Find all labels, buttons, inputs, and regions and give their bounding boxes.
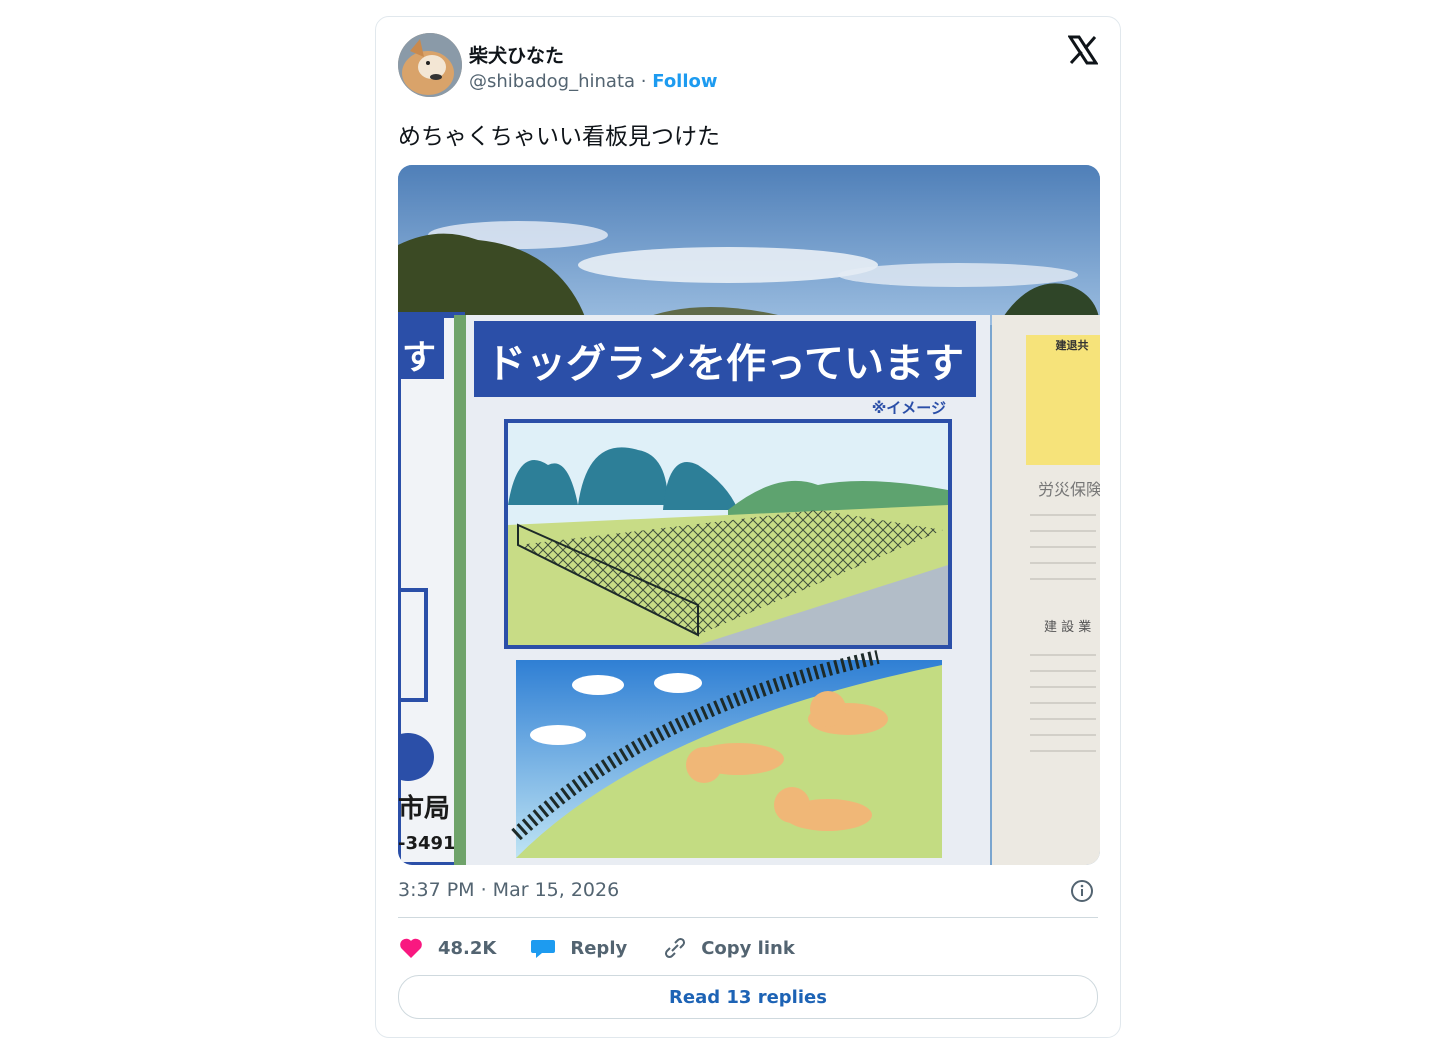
author-handle[interactable]: @shibadog_hinata (469, 71, 635, 92)
reply-button[interactable]: Reply (530, 936, 627, 960)
link-icon (665, 937, 686, 959)
avatar[interactable] (398, 33, 462, 97)
notice-sub: 労災保険 (1038, 480, 1100, 499)
sign-image-note: ※イメージ (872, 399, 946, 417)
tweet-photo[interactable]: す 市局 -3491 ドッグランを作っています ※イメージ 建退共 労災保険 建… (398, 165, 1100, 865)
author-name[interactable]: 柴犬ひなた (469, 41, 564, 68)
copy-link-label: Copy link (701, 937, 795, 959)
left-sign-phone: -3491 (398, 833, 456, 854)
left-sign-office: 市局 (398, 793, 450, 824)
sign-headline: ドッグランを作っています (486, 341, 964, 387)
x-logo-icon[interactable] (1067, 35, 1099, 65)
read-replies-button[interactable]: Read 13 replies (398, 975, 1098, 1019)
speech-bubble-icon (531, 940, 556, 958)
heart-icon (400, 938, 422, 958)
avatar-image (398, 33, 462, 97)
notice-sub2: 建 設 業 (1044, 619, 1091, 635)
tweet-card: 柴犬ひなた @shibadog_hinata · Follow めちゃくちゃいい… (375, 16, 1121, 1038)
author-handle-row: @shibadog_hinata · Follow (469, 71, 718, 92)
divider (398, 917, 1098, 918)
like-count: 48.2K (438, 937, 497, 959)
follow-link[interactable]: Follow (652, 71, 717, 92)
action-bar: 48.2K Reply Copy link (398, 933, 829, 963)
like-button[interactable]: 48.2K (398, 936, 496, 960)
info-icon[interactable] (1070, 879, 1094, 903)
left-sign-char: す (402, 338, 436, 378)
separator-dot: · (640, 71, 647, 92)
notice-title: 建退共 (1056, 338, 1089, 352)
copy-link-button[interactable]: Copy link (661, 936, 795, 960)
reply-label: Reply (570, 937, 628, 959)
tweet-timestamp[interactable]: 3:37 PM · Mar 15, 2026 (398, 879, 619, 901)
tweet-text: めちゃくちゃいい看板見つけた (398, 124, 720, 150)
